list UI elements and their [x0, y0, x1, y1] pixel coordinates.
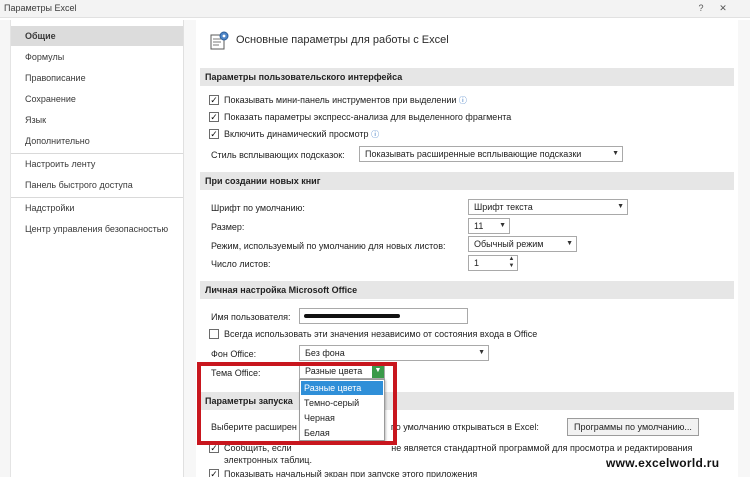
default-view-select[interactable]: Обычный режим ▼ [468, 236, 577, 252]
quick-analysis-checkbox[interactable]: ✓ [209, 112, 219, 122]
chevron-down-icon: ▼ [617, 203, 624, 210]
section-office-personalization: Личная настройка Microsoft Office [200, 281, 734, 299]
default-extensions-text-end: по умолчанию открываться в Excel: [390, 422, 539, 432]
notify-text-end: не является стандартной программой для п… [391, 443, 693, 453]
sheet-count-stepper[interactable]: 1 ▲ ▼ [468, 255, 518, 271]
default-view-label: Режим, используемый по умолчанию для нов… [211, 241, 446, 251]
section-ui-options: Параметры пользовательского интерфейса [200, 68, 734, 86]
office-background-value: Без фона [305, 348, 345, 358]
nav-item-language[interactable]: Язык [11, 110, 183, 130]
show-start-screen-label: Показывать начальный экран при запуске э… [224, 469, 478, 477]
always-use-values-checkbox[interactable] [209, 329, 219, 339]
notify-default-program-label-line2: электронных таблиц. [224, 455, 312, 465]
annotation-highlight-box [197, 362, 397, 445]
live-preview-label: Включить динамический просмотр ⓘ [224, 129, 379, 140]
font-size-select[interactable]: 11 ▼ [468, 218, 510, 234]
username-field[interactable] [299, 308, 468, 324]
default-view-value: Обычный режим [474, 239, 544, 249]
font-size-value: 11 [474, 221, 484, 231]
nav-item-save[interactable]: Сохранение [11, 89, 183, 109]
default-font-select[interactable]: Шрифт текста ▼ [468, 199, 628, 215]
nav-item-addins[interactable]: Надстройки [11, 198, 183, 218]
nav-item-quick-access-toolbar[interactable]: Панель быстрого доступа [11, 175, 183, 195]
window-title: Параметры Excel [4, 3, 77, 13]
chevron-down-icon: ▼ [499, 222, 506, 229]
chevron-down-icon: ▼ [612, 150, 619, 157]
title-bar: Параметры Excel ? ✕ [0, 0, 750, 18]
site-watermark: www.excelworld.ru [606, 456, 720, 470]
live-preview-text: Включить динамический просмотр [224, 129, 369, 139]
font-size-label: Размер: [211, 222, 245, 232]
spin-arrows-icon[interactable]: ▲ ▼ [507, 256, 516, 270]
office-background-select[interactable]: Без фона ▼ [299, 345, 489, 361]
close-button[interactable]: ✕ [716, 2, 730, 14]
nav-item-proofing[interactable]: Правописание [11, 68, 183, 88]
info-icon: ⓘ [458, 96, 467, 105]
chevron-down-icon: ▼ [566, 240, 573, 247]
nav-item-formulas[interactable]: Формулы [11, 47, 183, 67]
nav-item-customize-ribbon[interactable]: Настроить ленту [11, 154, 183, 174]
tooltip-style-select[interactable]: Показывать расширенные всплывающие подск… [359, 146, 623, 162]
tooltip-style-value: Показывать расширенные всплывающие подск… [365, 149, 582, 159]
sheet-count-label: Число листов: [211, 259, 271, 269]
office-background-label: Фон Office: [211, 349, 257, 359]
help-button[interactable]: ? [694, 2, 708, 14]
nav-item-advanced[interactable]: Дополнительно [11, 131, 183, 151]
redacted-username [304, 314, 400, 318]
pane-gap [184, 20, 196, 477]
sheet-count-value: 1 [474, 258, 480, 268]
section-new-workbooks: При создании новых книг [200, 172, 734, 190]
mini-toolbar-checkbox[interactable]: ✓ [209, 95, 219, 105]
window-right-edge [738, 20, 750, 477]
tooltip-style-label: Стиль всплывающих подсказок: [211, 150, 345, 160]
quick-analysis-label: Показать параметры экспресс-анализа для … [224, 112, 512, 122]
default-font-label: Шрифт по умолчанию: [211, 203, 305, 213]
username-label: Имя пользователя: [211, 312, 291, 322]
live-preview-checkbox[interactable]: ✓ [209, 129, 219, 139]
window-left-edge [0, 20, 11, 477]
options-nav: Общие Формулы Правописание Сохранение Яз… [11, 20, 184, 477]
nav-item-general[interactable]: Общие [11, 26, 183, 46]
show-start-screen-checkbox[interactable]: ✓ [209, 469, 219, 477]
default-font-value: Шрифт текста [474, 202, 533, 212]
info-icon: ⓘ [371, 130, 380, 139]
page-title: Основные параметры для работы с Excel [236, 34, 449, 46]
mini-toolbar-text: Показывать мини-панель инструментов при … [224, 95, 457, 105]
general-options-icon [210, 31, 229, 50]
nav-item-trust-center[interactable]: Центр управления безопасностью [11, 219, 183, 239]
default-programs-button[interactable]: Программы по умолчанию... [567, 418, 699, 436]
chevron-down-icon: ▼ [478, 349, 485, 356]
mini-toolbar-label: Показывать мини-панель инструментов при … [224, 95, 467, 106]
always-use-values-label: Всегда использовать эти значения независ… [224, 329, 538, 339]
